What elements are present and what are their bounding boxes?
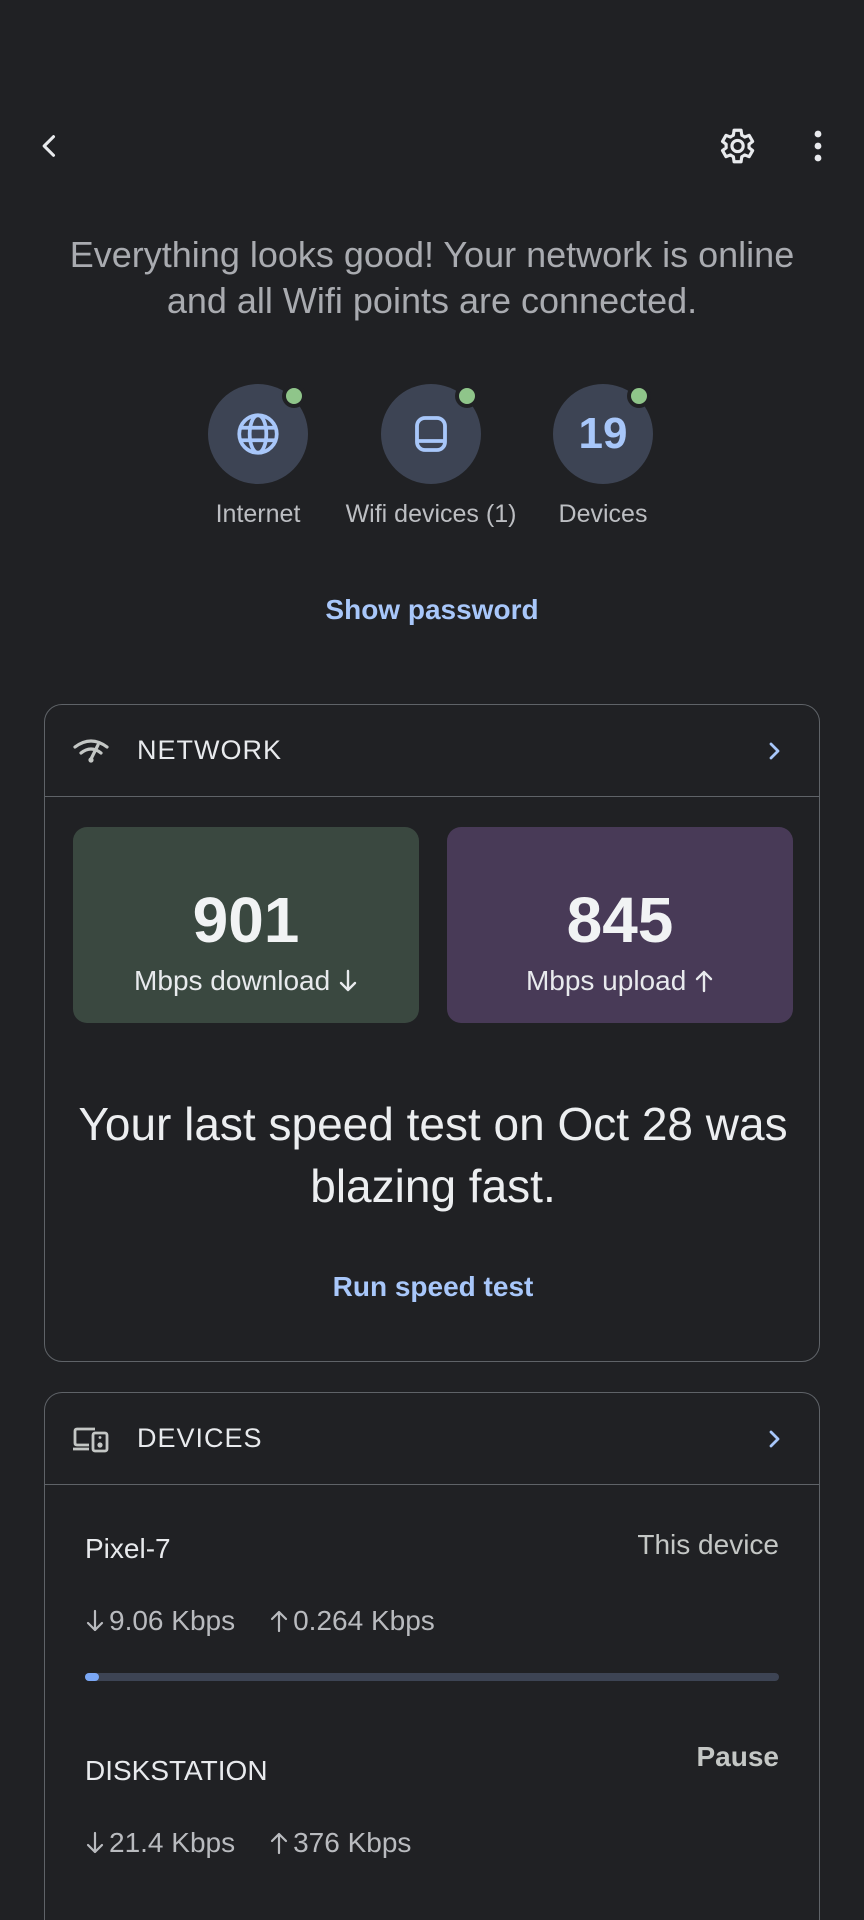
wifi-devices-status-circle bbox=[381, 384, 481, 484]
download-rate: 21.4 Kbps bbox=[85, 1827, 235, 1859]
wifi-devices-label: Wifi devices (1) bbox=[345, 500, 517, 528]
network-status-message: Everything looks good! Your network is o… bbox=[69, 234, 795, 321]
more-options-button[interactable] bbox=[790, 116, 846, 176]
screen: Everything looks good! Your network is o… bbox=[0, 0, 864, 1920]
upload-speed-unit: Mbps upload bbox=[447, 965, 793, 997]
more-vert-icon bbox=[814, 130, 822, 162]
chevron-right-icon bbox=[769, 1430, 780, 1448]
upload-speed-box: 845 Mbps upload bbox=[447, 827, 793, 1023]
devices-card: DEVICES Pixel-7 This device 9.06 Kbps 0.… bbox=[44, 1392, 820, 1920]
this-device-label: This device bbox=[637, 1529, 779, 1560]
download-rate-value: 21.4 Kbps bbox=[109, 1827, 236, 1858]
globe-icon bbox=[237, 413, 279, 455]
device-name: Pixel-7 bbox=[85, 1533, 171, 1564]
arrow-up-icon bbox=[271, 1610, 288, 1633]
network-card-title: NETWORK bbox=[137, 735, 282, 765]
arrow-up-icon bbox=[695, 970, 713, 993]
download-speed-unit: Mbps download bbox=[73, 965, 419, 997]
network-card-header[interactable]: NETWORK bbox=[45, 705, 819, 797]
devices-card-title: DEVICES bbox=[137, 1423, 263, 1453]
download-rate: 9.06 Kbps bbox=[85, 1605, 235, 1637]
chevron-left-icon bbox=[42, 135, 56, 157]
devices-count: 19 bbox=[578, 409, 628, 458]
settings-button[interactable] bbox=[706, 116, 766, 176]
devices-label: Devices bbox=[558, 500, 648, 528]
arrow-down-icon bbox=[339, 969, 357, 992]
arrow-up-icon bbox=[271, 1832, 288, 1855]
download-speed-box: 901 Mbps download bbox=[73, 827, 419, 1023]
device-rates: 21.4 Kbps 376 Kbps bbox=[85, 1827, 411, 1859]
internet-status[interactable]: Internet bbox=[158, 384, 358, 529]
devices-card-header[interactable]: DEVICES bbox=[45, 1393, 819, 1485]
internet-label: Internet bbox=[215, 500, 301, 528]
network-card: NETWORK 901 Mbps download 845 Mbps uploa… bbox=[44, 704, 820, 1362]
show-password-button[interactable]: Show password bbox=[232, 594, 632, 626]
upload-rate: 376 Kbps bbox=[269, 1827, 411, 1859]
download-speed-label: Mbps download bbox=[134, 965, 331, 996]
wifi-point-icon bbox=[415, 416, 447, 452]
usage-bar-fill bbox=[85, 1673, 99, 1681]
chevron-right-icon bbox=[769, 742, 780, 760]
devices-icon bbox=[73, 1427, 109, 1453]
upload-speed-label: Mbps upload bbox=[525, 965, 687, 996]
devices-status-circle: 19 bbox=[553, 384, 653, 484]
devices-status[interactable]: 19 Devices bbox=[503, 384, 703, 529]
usage-bar bbox=[85, 1673, 779, 1681]
back-button[interactable] bbox=[22, 118, 78, 174]
arrow-down-icon bbox=[86, 1831, 104, 1854]
upload-rate-value: 0.264 Kbps bbox=[293, 1605, 435, 1636]
run-speed-test-button[interactable]: Run speed test bbox=[283, 1271, 583, 1303]
pause-button[interactable]: Pause bbox=[697, 1741, 780, 1773]
online-indicator bbox=[627, 384, 651, 408]
online-indicator bbox=[455, 384, 479, 408]
arrow-down-icon bbox=[86, 1609, 104, 1632]
upload-speed-value: 845 bbox=[566, 884, 674, 956]
upload-rate-value: 376 Kbps bbox=[293, 1827, 412, 1858]
speed-test-message: Your last speed test on Oct 28 was blazi… bbox=[78, 1098, 788, 1212]
download-rate-value: 9.06 Kbps bbox=[109, 1605, 236, 1636]
upload-rate: 0.264 Kbps bbox=[269, 1605, 435, 1637]
online-indicator bbox=[282, 384, 306, 408]
internet-status-circle bbox=[208, 384, 308, 484]
gear-icon bbox=[720, 128, 755, 164]
device-rates: 9.06 Kbps 0.264 Kbps bbox=[85, 1605, 435, 1637]
device-name: DISKSTATION bbox=[85, 1755, 268, 1786]
download-speed-value: 901 bbox=[192, 884, 300, 956]
wifi-speed-icon bbox=[73, 739, 109, 763]
wifi-devices-status[interactable]: Wifi devices (1) bbox=[331, 384, 531, 529]
